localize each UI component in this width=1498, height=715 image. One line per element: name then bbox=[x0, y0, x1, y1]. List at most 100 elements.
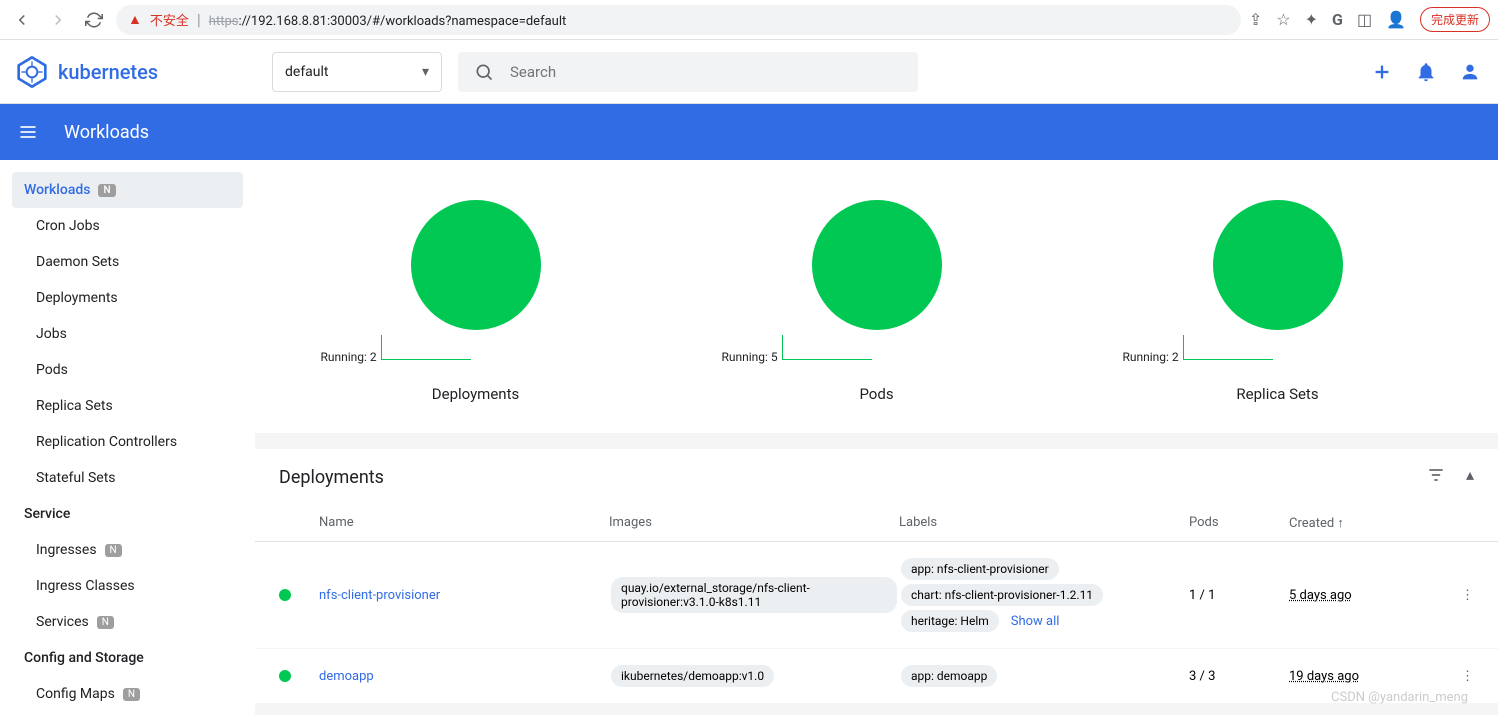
sidebar-item-workloads[interactable]: WorkloadsN bbox=[12, 172, 243, 208]
sidebar-item-stateful-sets[interactable]: Stateful Sets bbox=[12, 460, 243, 496]
insecure-label: 不安全 bbox=[150, 10, 189, 29]
deployments-table: Name Images Labels Pods Created ↑ nfs-cl… bbox=[255, 505, 1498, 704]
url-bar[interactable]: ▲ 不安全 | https://192.168.8.81:30003/#/wor… bbox=[116, 5, 1241, 35]
deployment-link[interactable]: demoapp bbox=[319, 669, 374, 684]
back-button[interactable] bbox=[8, 6, 36, 34]
page-title-bar: Workloads bbox=[0, 104, 1498, 160]
sidebar-item-pods[interactable]: Pods bbox=[12, 352, 243, 388]
badge: N bbox=[97, 616, 114, 629]
created-time: 19 days ago bbox=[1289, 669, 1359, 684]
sidebar-item-replica-sets[interactable]: Replica Sets bbox=[12, 388, 243, 424]
chart-deployments: Running: 2 Deployments bbox=[411, 200, 541, 403]
chart-connector bbox=[782, 335, 872, 360]
pods-count: 1 / 1 bbox=[1189, 588, 1289, 603]
created-time: 5 days ago bbox=[1289, 588, 1352, 603]
chart-title: Pods bbox=[859, 385, 893, 403]
pods-count: 3 / 3 bbox=[1189, 669, 1289, 684]
table-actions: ▴ bbox=[1426, 465, 1474, 489]
sidebar: WorkloadsNCron JobsDaemon SetsDeployment… bbox=[0, 160, 255, 715]
create-button[interactable] bbox=[1370, 60, 1394, 84]
panel-icon[interactable]: ◫ bbox=[1357, 10, 1372, 29]
table-row: nfs-client-provisioner quay.io/external_… bbox=[255, 542, 1498, 649]
notifications-icon[interactable] bbox=[1414, 60, 1438, 84]
watermark: CSDN @yandarin_meng bbox=[1331, 690, 1468, 705]
badge: N bbox=[105, 544, 122, 557]
pie-icon bbox=[1213, 200, 1343, 330]
col-labels[interactable]: Labels bbox=[899, 515, 1189, 531]
namespace-select[interactable]: default ▾ bbox=[272, 52, 442, 92]
profile-icon[interactable]: 👤 bbox=[1386, 10, 1406, 29]
forward-button[interactable] bbox=[44, 6, 72, 34]
header-actions bbox=[1370, 60, 1482, 84]
url-divider: | bbox=[197, 10, 201, 29]
sidebar-item-deployments[interactable]: Deployments bbox=[12, 280, 243, 316]
sidebar-item-ingresses[interactable]: IngressesN bbox=[12, 532, 243, 568]
more-icon[interactable]: ⋮ bbox=[1461, 588, 1474, 603]
star-icon[interactable]: ☆ bbox=[1276, 10, 1290, 29]
sidebar-item-jobs[interactable]: Jobs bbox=[12, 316, 243, 352]
image-chip: ikubernetes/demoapp:v1.0 bbox=[611, 665, 774, 687]
logo-text: kubernetes bbox=[58, 60, 158, 84]
sidebar-item-config-and-storage: Config and Storage bbox=[12, 640, 243, 676]
sidebar-item-cron-jobs[interactable]: Cron Jobs bbox=[12, 208, 243, 244]
search-input[interactable] bbox=[510, 63, 902, 81]
namespace-value: default bbox=[285, 64, 329, 80]
show-all-link[interactable]: Show all bbox=[1011, 614, 1060, 629]
update-button[interactable]: 完成更新 bbox=[1420, 7, 1490, 32]
deployment-link[interactable]: nfs-client-provisioner bbox=[319, 588, 440, 603]
chart-connector bbox=[381, 335, 471, 360]
filter-icon[interactable] bbox=[1426, 465, 1446, 489]
reload-button[interactable] bbox=[80, 6, 108, 34]
sidebar-item-daemon-sets[interactable]: Daemon Sets bbox=[12, 244, 243, 280]
label-chip: app: nfs-client-provisioner bbox=[901, 558, 1059, 580]
pie-icon bbox=[812, 200, 942, 330]
label-chip: app: demoapp bbox=[901, 665, 997, 687]
chart-label: Running: 2 bbox=[1123, 350, 1179, 364]
sidebar-item-replication-controllers[interactable]: Replication Controllers bbox=[12, 424, 243, 460]
logo[interactable]: kubernetes bbox=[16, 56, 256, 88]
sidebar-item-config-maps[interactable]: Config MapsN bbox=[12, 676, 243, 712]
deployments-card: Deployments ▴ Name Images Labels Pods Cr… bbox=[255, 449, 1498, 704]
pie-icon bbox=[411, 200, 541, 330]
col-pods[interactable]: Pods bbox=[1189, 515, 1289, 531]
table-row: demoapp ikubernetes/demoapp:v1.0 app: de… bbox=[255, 649, 1498, 704]
more-icon[interactable]: ⋮ bbox=[1461, 669, 1474, 684]
sidebar-item-service: Service bbox=[12, 496, 243, 532]
badge: N bbox=[98, 184, 115, 197]
browser-toolbar: ▲ 不安全 | https://192.168.8.81:30003/#/wor… bbox=[0, 0, 1498, 40]
search-box[interactable] bbox=[458, 52, 918, 92]
google-icon[interactable]: G bbox=[1332, 10, 1343, 29]
page-title: Workloads bbox=[64, 122, 149, 143]
extensions-icon[interactable]: ✦ bbox=[1305, 10, 1318, 29]
chart-title: Replica Sets bbox=[1236, 385, 1318, 403]
chart-label: Running: 2 bbox=[321, 350, 377, 364]
badge: N bbox=[123, 688, 140, 701]
sidebar-item-ingress-classes[interactable]: Ingress Classes bbox=[12, 568, 243, 604]
status-dot bbox=[279, 670, 291, 682]
chart-connector bbox=[1183, 335, 1273, 360]
status-charts-card: Running: 2 Deployments Running: 5 Pods R… bbox=[255, 160, 1498, 433]
label-chip: chart: nfs-client-provisioner-1.2.11 bbox=[901, 584, 1103, 606]
chart-replica-sets: Running: 2 Replica Sets bbox=[1213, 200, 1343, 403]
col-created[interactable]: Created ↑ bbox=[1289, 515, 1419, 531]
sidebar-item-services[interactable]: ServicesN bbox=[12, 604, 243, 640]
user-icon[interactable] bbox=[1458, 60, 1482, 84]
warning-icon: ▲ bbox=[128, 11, 142, 28]
collapse-icon[interactable]: ▴ bbox=[1466, 465, 1474, 489]
dropdown-icon: ▾ bbox=[422, 64, 429, 80]
image-chip: quay.io/external_storage/nfs-client-prov… bbox=[611, 577, 897, 613]
table-header: Deployments ▴ bbox=[255, 449, 1498, 505]
col-images[interactable]: Images bbox=[609, 515, 899, 531]
status-dot bbox=[279, 589, 291, 601]
main-layout: WorkloadsNCron JobsDaemon SetsDeployment… bbox=[0, 160, 1498, 715]
share-icon[interactable]: ⇪ bbox=[1249, 10, 1262, 29]
col-name[interactable]: Name bbox=[319, 515, 609, 531]
search-icon bbox=[474, 62, 494, 82]
browser-actions: ⇪ ☆ ✦ G ◫ 👤 完成更新 bbox=[1249, 7, 1490, 32]
menu-button[interactable] bbox=[16, 120, 40, 144]
label-chip: heritage: Helm bbox=[901, 610, 999, 632]
chart-label: Running: 5 bbox=[722, 350, 778, 364]
chart-title: Deployments bbox=[432, 385, 519, 403]
content-area: Running: 2 Deployments Running: 5 Pods R… bbox=[255, 160, 1498, 715]
table-title: Deployments bbox=[279, 467, 384, 488]
